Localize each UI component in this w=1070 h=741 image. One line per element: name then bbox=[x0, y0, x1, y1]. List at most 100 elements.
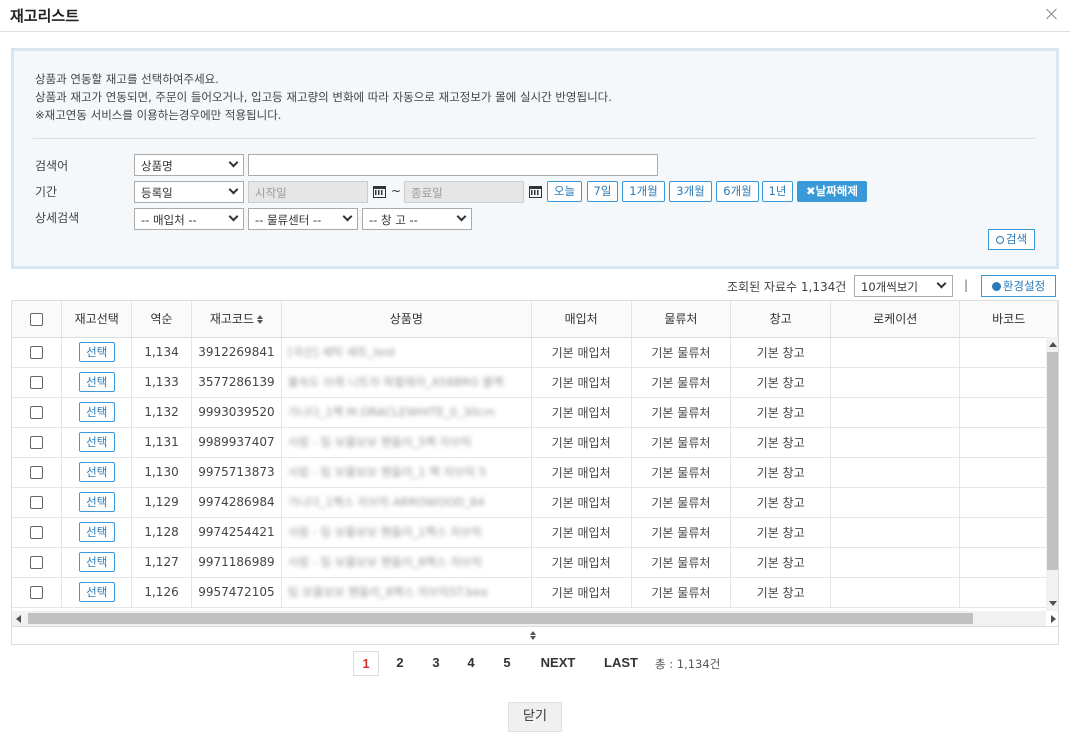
row-select-cell: 선택 bbox=[61, 457, 133, 488]
row-checkbox[interactable] bbox=[30, 406, 44, 419]
row-product-name: 사람 - 팀 보물보보 핸들러_8팩스 자브릭 bbox=[281, 547, 532, 578]
scroll-left-icon[interactable] bbox=[16, 615, 21, 623]
row-stock-code: 9989937407 bbox=[191, 427, 282, 458]
table-row: 선택 1,134 3912269841 [국산] 세탁 세트_test 기본 매입처 기본… bbox=[12, 337, 1058, 368]
calendar-icon[interactable] bbox=[373, 186, 386, 198]
row-stock-code: 9974286984 bbox=[191, 487, 282, 518]
sort-icon[interactable] bbox=[257, 315, 264, 325]
period-type-select[interactable]: 등록일 bbox=[134, 181, 244, 203]
warehouse-select[interactable]: -- 창 고 -- bbox=[362, 208, 472, 230]
row-supplier: 기본 매입처 bbox=[531, 337, 632, 368]
next-page[interactable]: NEXT bbox=[536, 651, 580, 676]
per-page-select[interactable]: 10개씩보기 bbox=[854, 275, 953, 297]
grid-resize-handle[interactable] bbox=[11, 627, 1059, 645]
select-stock-button[interactable]: 선택 bbox=[78, 552, 115, 572]
row-checkbox[interactable] bbox=[30, 496, 44, 509]
warehouse-value: -- 창 고 -- bbox=[369, 213, 418, 227]
result-count: 조회된 자료수 1,134건 bbox=[727, 280, 847, 294]
page-3[interactable]: 3 bbox=[426, 651, 446, 676]
row-number: 1,133 bbox=[131, 367, 192, 398]
row-location bbox=[830, 427, 961, 458]
resize-icon[interactable] bbox=[530, 631, 538, 641]
scroll-thumb[interactable] bbox=[1047, 352, 1058, 570]
period-1m-button[interactable]: 1개월 bbox=[622, 181, 665, 202]
search-panel: 상품과 연동할 재고를 선택하여주세요. 상품과 재고가 연동되면, 주문이 들… bbox=[11, 48, 1059, 269]
row-select-cell: 선택 bbox=[61, 427, 133, 458]
page-1[interactable]: 1 bbox=[353, 651, 379, 676]
select-stock-button[interactable]: 선택 bbox=[78, 492, 115, 512]
chevron-down-icon bbox=[456, 211, 467, 222]
page-5[interactable]: 5 bbox=[497, 651, 517, 676]
row-checkbox-cell bbox=[12, 517, 63, 548]
scroll-right-icon[interactable] bbox=[1051, 615, 1056, 623]
logistics-select[interactable]: -- 물류센터 -- bbox=[248, 208, 358, 230]
col-supplier: 매입처 bbox=[531, 301, 632, 338]
row-checkbox[interactable] bbox=[30, 556, 44, 569]
row-checkbox-cell bbox=[12, 577, 63, 608]
period-label: 기간 bbox=[35, 185, 58, 199]
row-checkbox[interactable] bbox=[30, 466, 44, 479]
row-supplier: 기본 매입처 bbox=[531, 547, 632, 578]
scroll-thumb[interactable] bbox=[28, 613, 973, 624]
period-7d-button[interactable]: 7일 bbox=[587, 181, 618, 202]
keyword-input[interactable] bbox=[248, 154, 658, 176]
period-today-button[interactable]: 오늘 bbox=[547, 181, 582, 202]
row-checkbox[interactable] bbox=[30, 526, 44, 539]
end-date-input[interactable]: 종료일 bbox=[404, 181, 524, 203]
start-date-input[interactable]: 시작일 bbox=[248, 181, 368, 203]
select-stock-button[interactable]: 선택 bbox=[78, 342, 115, 362]
chevron-down-icon bbox=[342, 211, 353, 222]
period-6m-button[interactable]: 6개월 bbox=[716, 181, 759, 202]
col-product-name: 상품명 bbox=[281, 301, 532, 338]
scroll-down-icon[interactable] bbox=[1049, 601, 1057, 606]
col-stock-code[interactable]: 재고코드 bbox=[191, 301, 282, 338]
row-checkbox[interactable] bbox=[30, 346, 44, 359]
row-stock-code: 3912269841 bbox=[191, 337, 282, 368]
scroll-up-icon[interactable] bbox=[1049, 342, 1057, 347]
row-barcode bbox=[959, 337, 1058, 368]
close-button[interactable]: 닫기 bbox=[508, 702, 562, 732]
row-location bbox=[830, 577, 961, 608]
select-stock-button[interactable]: 선택 bbox=[78, 582, 115, 602]
select-stock-button[interactable]: 선택 bbox=[78, 402, 115, 422]
row-checkbox[interactable] bbox=[30, 586, 44, 599]
page-2[interactable]: 2 bbox=[390, 651, 410, 676]
table-row: 선택 1,129 9974286984 가나다_1팩스 자브릭 ARROWOOD_84… bbox=[12, 487, 1058, 518]
row-checkbox[interactable] bbox=[30, 436, 44, 449]
vertical-scrollbar[interactable] bbox=[1046, 337, 1058, 611]
horizontal-scrollbar[interactable] bbox=[12, 611, 1056, 626]
row-logistics: 기본 물류처 bbox=[631, 517, 732, 548]
keyword-type-select[interactable]: 상품명 bbox=[134, 154, 244, 176]
row-stock-code: 9974254421 bbox=[191, 517, 282, 548]
keyword-type-value: 상품명 bbox=[141, 159, 173, 173]
period-1y-button[interactable]: 1년 bbox=[762, 181, 793, 202]
row-barcode bbox=[959, 547, 1058, 578]
clear-date-button[interactable]: ✖날짜해제 bbox=[797, 181, 867, 202]
search-button[interactable]: 검색 bbox=[988, 229, 1035, 250]
row-supplier: 기본 매입처 bbox=[531, 517, 632, 548]
period-3m-button[interactable]: 3개월 bbox=[669, 181, 712, 202]
settings-button[interactable]: 환경설정 bbox=[981, 275, 1056, 297]
calendar-icon[interactable] bbox=[529, 186, 542, 198]
row-checkbox-cell bbox=[12, 547, 63, 578]
select-stock-button[interactable]: 선택 bbox=[78, 462, 115, 482]
row-checkbox[interactable] bbox=[30, 376, 44, 389]
close-icon[interactable] bbox=[1044, 6, 1060, 22]
select-stock-button[interactable]: 선택 bbox=[78, 432, 115, 452]
supplier-value: -- 매입처 -- bbox=[141, 213, 197, 227]
row-barcode bbox=[959, 487, 1058, 518]
page-4[interactable]: 4 bbox=[461, 651, 481, 676]
chevron-down-icon bbox=[936, 278, 947, 289]
last-page[interactable]: LAST bbox=[601, 651, 641, 676]
row-barcode bbox=[959, 427, 1058, 458]
notice-line-3: ※재고연동 서비스를 이용하는경우에만 적용됩니다. bbox=[35, 108, 282, 122]
table-row: 선택 1,131 9989937407 사람 - 팀 보물보보 핸들러_5팩 자브릭 기… bbox=[12, 427, 1058, 458]
supplier-select[interactable]: -- 매입처 -- bbox=[134, 208, 244, 230]
select-stock-button[interactable]: 선택 bbox=[78, 372, 115, 392]
row-stock-code: 9957472105 bbox=[191, 577, 282, 608]
title-bar: 재고리스트 bbox=[0, 0, 1070, 32]
row-location bbox=[830, 337, 961, 368]
select-stock-button[interactable]: 선택 bbox=[78, 522, 115, 542]
table-row: 선택 1,133 3577286139 불속도 브레 니트자 파할애자_A58BRG … bbox=[12, 367, 1058, 398]
select-all-checkbox[interactable] bbox=[30, 312, 44, 326]
